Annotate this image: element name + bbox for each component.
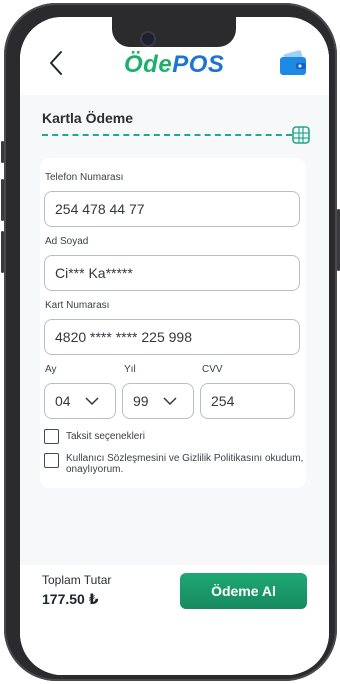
logo-text-pos: POS — [172, 51, 225, 78]
phone-label: Telefon Numarası — [45, 172, 124, 183]
agreement-label: Kullanıcı Sözleşmesini ve Gizlilik Polit… — [66, 453, 303, 475]
chevron-down-icon — [85, 397, 99, 406]
total-label: Toplam Tutar — [42, 573, 112, 587]
cvv-label: CVV — [202, 364, 223, 375]
total-amount: 177.50 ₺ — [42, 591, 99, 607]
agreement-text-line1: Kullanıcı Sözleşmesini ve Gizlilik Polit… — [66, 453, 304, 464]
year-value: 99 — [133, 393, 149, 409]
chevron-down-icon — [163, 397, 177, 406]
installment-label: Taksit seçenekleri — [66, 431, 145, 442]
name-input[interactable]: Ci*** Ka***** — [44, 255, 300, 291]
installment-checkbox[interactable] — [44, 429, 59, 444]
month-label: Ay — [45, 364, 57, 375]
back-button[interactable] — [46, 49, 68, 77]
app-logo: ÖdePOS — [124, 51, 224, 79]
phone-frame: ÖdePOS Kartla Ödeme Telefon Numarası 254… — [1, 3, 340, 681]
card-chip-icon — [291, 125, 311, 145]
card-number-label: Kart Numarası — [45, 300, 110, 311]
month-value: 04 — [55, 393, 71, 409]
wallet-icon — [280, 50, 306, 75]
camera-icon — [142, 33, 154, 45]
logo-text-ode: Öde — [124, 51, 173, 78]
cvv-input[interactable]: 254 — [200, 383, 295, 419]
agreement-text-line2: onaylıyorum. — [66, 464, 124, 475]
month-select[interactable]: 04 — [44, 383, 116, 419]
year-label: Yıl — [124, 364, 136, 375]
phone-input[interactable]: 254 478 44 77 — [44, 191, 300, 227]
volume-up-button — [1, 179, 4, 221]
pay-button[interactable]: Ödeme Al — [180, 573, 307, 609]
agreement-option[interactable]: Kullanıcı Sözleşmesini ve Gizlilik Polit… — [44, 453, 310, 475]
page-title: Kartla Ödeme — [42, 110, 134, 126]
wallet-button[interactable] — [278, 49, 308, 77]
name-label: Ad Soyad — [45, 236, 89, 247]
device-notch — [112, 17, 236, 47]
section-divider — [42, 134, 292, 136]
screen: ÖdePOS Kartla Ödeme Telefon Numarası 254… — [20, 17, 329, 675]
chevron-left-icon — [50, 51, 62, 75]
installment-option[interactable]: Taksit seçenekleri — [44, 429, 145, 444]
mute-switch — [1, 141, 4, 163]
card-number-input[interactable]: 4820 **** **** 225 998 — [44, 319, 300, 355]
agreement-checkbox[interactable] — [44, 453, 59, 468]
volume-down-button — [1, 231, 4, 273]
year-select[interactable]: 99 — [122, 383, 194, 419]
